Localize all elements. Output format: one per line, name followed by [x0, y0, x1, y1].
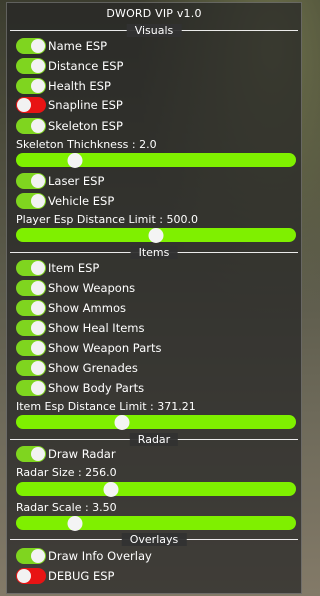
- slider-thumb[interactable]: [67, 152, 83, 168]
- toggle-row-show-heal-items[interactable]: Show Heal Items: [16, 320, 144, 336]
- toggle-row-show-grenades[interactable]: Show Grenades: [16, 360, 138, 376]
- toggle-label: Show Heal Items: [48, 321, 145, 335]
- player-esp-distance-slider[interactable]: [16, 227, 296, 243]
- toggle-label: Item ESP: [48, 261, 100, 275]
- toggle-label: Show Weapons: [48, 281, 136, 295]
- section-label: Visuals: [126, 24, 182, 37]
- menu-title: DWORD VIP v1.0: [106, 7, 202, 20]
- toggle-label: Show Ammos: [48, 301, 126, 315]
- radar-size-label: Radar Size : 256.0: [16, 466, 117, 479]
- toggle-knob: [31, 301, 45, 315]
- item-esp-distance-slider[interactable]: [16, 414, 296, 430]
- toggle-knob: [31, 447, 45, 461]
- toggle-row-laser-esp[interactable]: Laser ESP: [16, 173, 104, 189]
- toggle-row-skeleton-esp[interactable]: Skeleton ESP: [16, 118, 123, 134]
- show-body-parts-toggle[interactable]: [16, 380, 46, 396]
- toggle-row-draw-info-overlay[interactable]: Draw Info Overlay: [16, 548, 152, 564]
- toggle-knob: [31, 59, 45, 73]
- toggle-knob: [31, 549, 45, 563]
- skeleton-thickness-slider[interactable]: [16, 152, 296, 168]
- toggle-knob: [31, 261, 45, 275]
- section-label: Overlays: [121, 533, 187, 546]
- toggle-knob: [31, 119, 45, 133]
- toggle-label: Distance ESP: [48, 59, 124, 73]
- skeleton-thickness-label: Skeleton Thichkness : 2.0: [16, 138, 157, 151]
- toggle-row-health-esp[interactable]: Health ESP: [16, 78, 111, 94]
- health-esp-toggle[interactable]: [16, 78, 46, 94]
- toggle-label: Show Grenades: [48, 361, 138, 375]
- section-overlays-header: Overlays: [10, 533, 298, 546]
- snapline-esp-toggle[interactable]: [16, 97, 46, 113]
- show-grenades-toggle[interactable]: [16, 360, 46, 376]
- toggle-row-show-body-parts[interactable]: Show Body Parts: [16, 380, 144, 396]
- debug-esp-toggle[interactable]: [16, 568, 46, 584]
- toggle-knob: [31, 39, 45, 53]
- toggle-knob: [31, 79, 45, 93]
- toggle-label: Laser ESP: [48, 174, 105, 188]
- player-esp-distance-label: Player Esp Distance Limit : 500.0: [16, 213, 198, 226]
- item-esp-distance-label: Item Esp Distance Limit : 371.21: [16, 400, 196, 413]
- radar-scale-label: Radar Scale : 3.50: [16, 501, 117, 514]
- toggle-row-show-weapon-parts[interactable]: Show Weapon Parts: [16, 340, 161, 356]
- toggle-knob: [31, 381, 45, 395]
- slider-thumb[interactable]: [148, 227, 164, 243]
- skeleton-esp-toggle[interactable]: [16, 118, 46, 134]
- section-label: Radar: [129, 433, 179, 446]
- toggle-label: Health ESP: [48, 79, 111, 93]
- toggle-knob: [31, 341, 45, 355]
- name-esp-toggle[interactable]: [16, 38, 46, 54]
- vehicle-esp-toggle[interactable]: [16, 193, 46, 209]
- radar-size-slider[interactable]: [16, 481, 296, 497]
- toggle-row-show-ammos[interactable]: Show Ammos: [16, 300, 126, 316]
- slider-thumb[interactable]: [114, 414, 130, 430]
- toggle-label: Skeleton ESP: [48, 119, 123, 133]
- toggle-row-vehicle-esp[interactable]: Vehicle ESP: [16, 193, 114, 209]
- toggle-label: DEBUG ESP: [48, 569, 115, 583]
- section-label: Items: [130, 246, 178, 259]
- toggle-row-draw-radar[interactable]: Draw Radar: [16, 446, 116, 462]
- toggle-knob: [31, 321, 45, 335]
- draw-radar-toggle[interactable]: [16, 446, 46, 462]
- toggle-label: Vehicle ESP: [48, 194, 115, 208]
- toggle-knob: [31, 361, 45, 375]
- toggle-row-name-esp[interactable]: Name ESP: [16, 38, 107, 54]
- toggle-knob: [17, 569, 31, 583]
- section-items-header: Items: [10, 246, 298, 259]
- slider-thumb[interactable]: [67, 515, 83, 531]
- toggle-row-show-weapons[interactable]: Show Weapons: [16, 280, 135, 296]
- laser-esp-toggle[interactable]: [16, 173, 46, 189]
- show-weapons-toggle[interactable]: [16, 280, 46, 296]
- section-visuals-header: Visuals: [10, 24, 298, 37]
- toggle-row-distance-esp[interactable]: Distance ESP: [16, 58, 123, 74]
- toggle-label: Draw Radar: [48, 447, 116, 461]
- section-radar-header: Radar: [10, 433, 298, 446]
- toggle-label: Show Weapon Parts: [48, 341, 162, 355]
- toggle-row-item-esp[interactable]: Item ESP: [16, 260, 99, 276]
- toggle-label: Show Body Parts: [48, 381, 145, 395]
- show-weapon-parts-toggle[interactable]: [16, 340, 46, 356]
- toggle-label: Name ESP: [48, 39, 108, 53]
- toggle-knob: [17, 98, 31, 112]
- distance-esp-toggle[interactable]: [16, 58, 46, 74]
- toggle-row-snapline-esp[interactable]: Snapline ESP: [16, 97, 123, 113]
- toggle-label: Draw Info Overlay: [48, 549, 152, 563]
- toggle-row-debug-esp[interactable]: DEBUG ESP: [16, 568, 115, 584]
- radar-scale-slider[interactable]: [16, 515, 296, 531]
- toggle-knob: [31, 174, 45, 188]
- show-heal-items-toggle[interactable]: [16, 320, 46, 336]
- slider-thumb[interactable]: [103, 481, 119, 497]
- show-ammos-toggle[interactable]: [16, 300, 46, 316]
- toggle-knob: [31, 194, 45, 208]
- toggle-label: Snapline ESP: [48, 98, 123, 112]
- item-esp-toggle[interactable]: [16, 260, 46, 276]
- toggle-knob: [31, 281, 45, 295]
- draw-info-overlay-toggle[interactable]: [16, 548, 46, 564]
